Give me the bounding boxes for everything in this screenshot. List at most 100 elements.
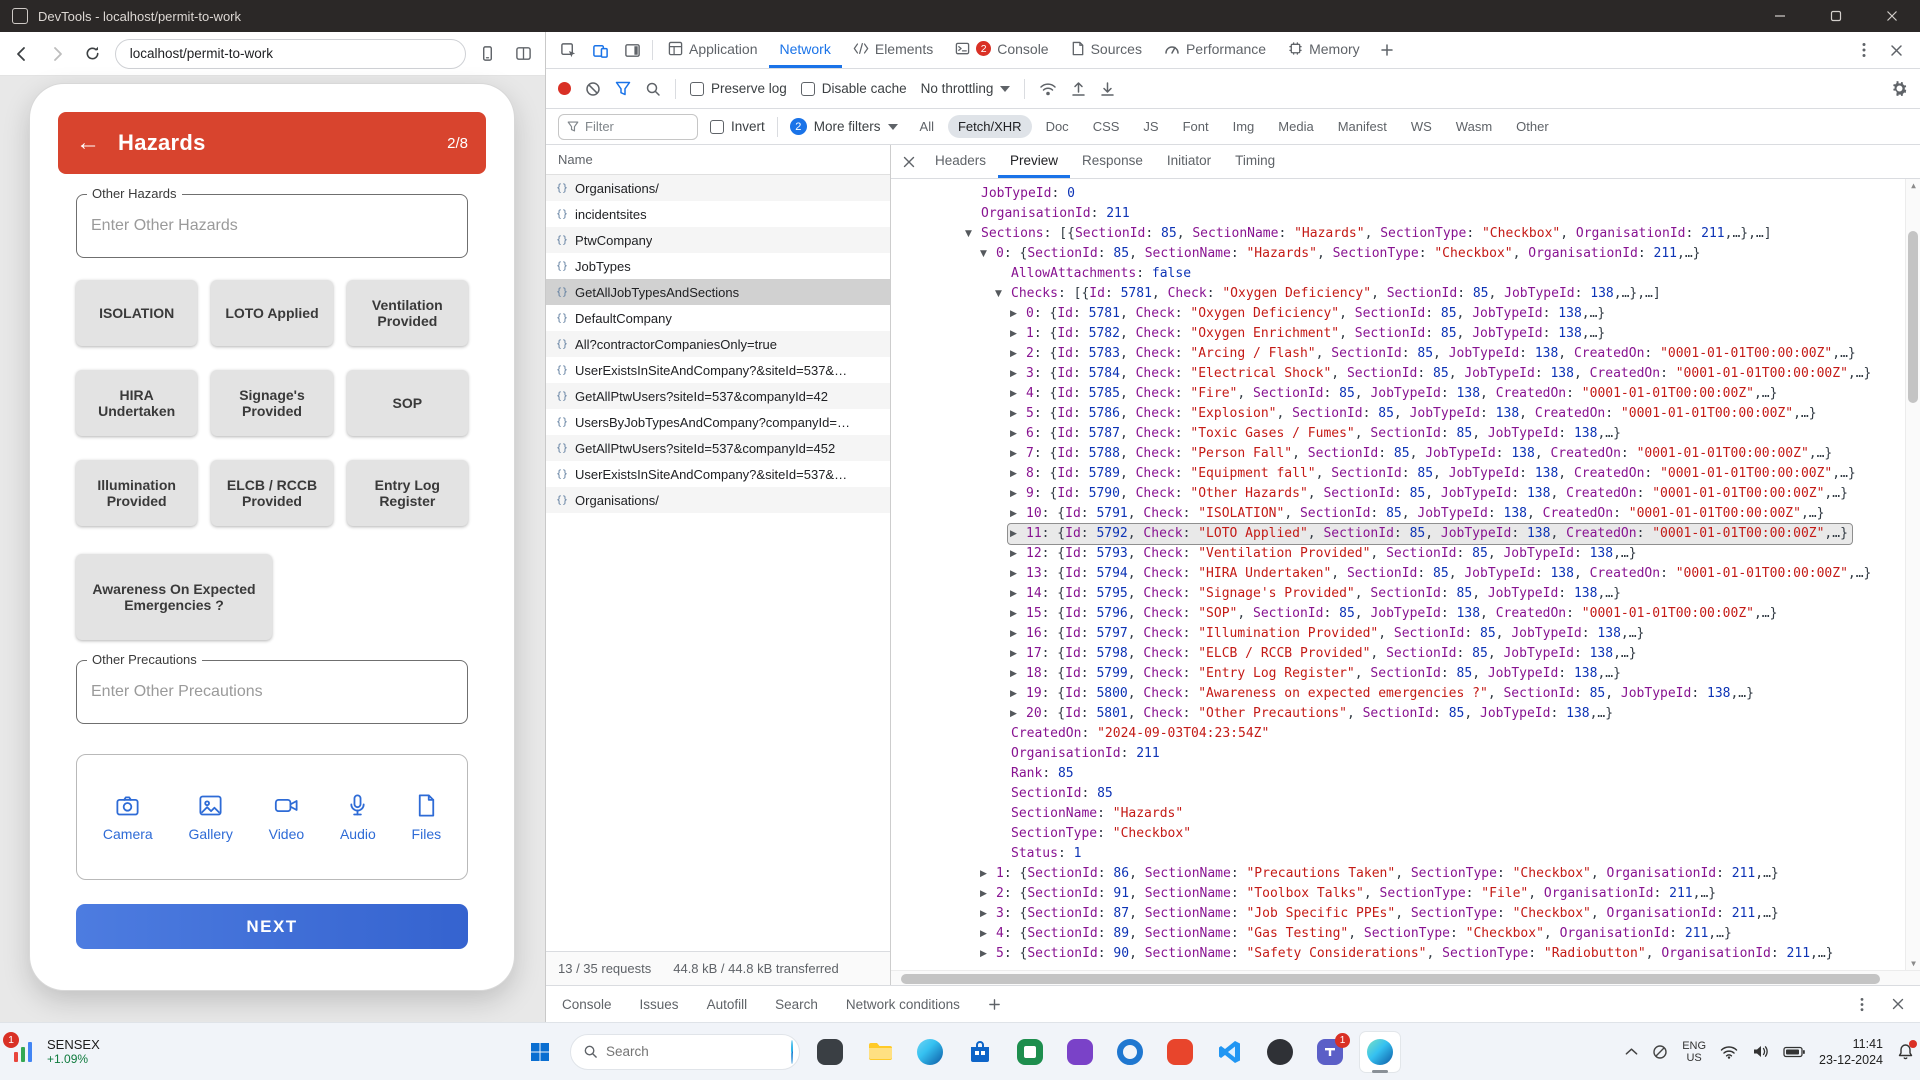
- preserve-log-checkbox[interactable]: Preserve log: [690, 81, 787, 96]
- network-request-row[interactable]: All?contractorCompaniesOnly=true: [546, 331, 890, 357]
- expand-arrow-icon[interactable]: ▶: [1010, 664, 1026, 684]
- invert-checkbox[interactable]: Invert: [710, 119, 765, 134]
- clear-network-log-icon[interactable]: [585, 81, 601, 97]
- detail-tab-initiator[interactable]: Initiator: [1155, 145, 1223, 178]
- json-tree-row[interactable]: ▶3: {SectionId: 87, SectionName: "Job Sp…: [891, 904, 1920, 924]
- json-tree-row[interactable]: Rank: 85: [891, 764, 1920, 784]
- reload-button[interactable]: [79, 40, 107, 68]
- json-tree-row[interactable]: SectionId: 85: [891, 784, 1920, 804]
- filter-input[interactable]: [585, 119, 675, 134]
- hidden-icons-chevron[interactable]: [1625, 1047, 1638, 1056]
- expand-arrow-icon[interactable]: ▶: [1010, 624, 1026, 644]
- json-tree-row[interactable]: ▶20: {Id: 5801, Check: "Other Precaution…: [891, 704, 1920, 724]
- form-back-arrow-icon[interactable]: ←: [76, 129, 110, 157]
- json-tree-row[interactable]: ▶9: {Id: 5790, Check: "Other Hazards", S…: [891, 484, 1920, 504]
- json-tree-row[interactable]: ▶3: {Id: 5784, Check: "Electrical Shock"…: [891, 364, 1920, 384]
- disable-cache-checkbox[interactable]: Disable cache: [801, 81, 907, 96]
- language-indicator[interactable]: ENG US: [1682, 1040, 1706, 1064]
- do-not-disturb-icon[interactable]: [1652, 1044, 1668, 1060]
- vertical-scrollbar[interactable]: ▲ ▼: [1905, 179, 1920, 970]
- taskbar-app-edge-active[interactable]: [1360, 1032, 1400, 1072]
- drawer-kebab-menu-icon[interactable]: [1860, 997, 1864, 1012]
- json-tree-row[interactable]: ▶18: {Id: 5799, Check: "Entry Log Regist…: [891, 664, 1920, 684]
- taskbar-app-file-explorer[interactable]: [860, 1032, 900, 1072]
- expand-arrow-icon[interactable]: ▶: [1010, 524, 1026, 544]
- taskbar-app-ring[interactable]: [1110, 1032, 1150, 1072]
- split-screen-icon[interactable]: [509, 40, 537, 68]
- filter-chip-js[interactable]: JS: [1133, 115, 1168, 138]
- taskbar-app-snipping[interactable]: [810, 1032, 850, 1072]
- json-tree-row[interactable]: ▶12: {Id: 5793, Check: "Ventilation Prov…: [891, 544, 1920, 564]
- other-precautions-input[interactable]: [77, 661, 467, 723]
- expand-arrow-icon[interactable]: ▶: [1010, 644, 1026, 664]
- drawer-tab-network-conditions[interactable]: Network conditions: [846, 997, 960, 1012]
- detail-tab-headers[interactable]: Headers: [923, 145, 998, 178]
- inspect-element-icon[interactable]: [552, 32, 584, 68]
- add-drawer-tab-icon[interactable]: [988, 998, 1001, 1011]
- network-settings-gear-icon[interactable]: [1891, 80, 1908, 97]
- hazard-toggle-button[interactable]: ELCB / RCCB Provided: [211, 460, 332, 526]
- json-tree-row[interactable]: ▶19: {Id: 5800, Check: "Awareness on exp…: [891, 684, 1920, 704]
- tab-application[interactable]: Application: [657, 32, 769, 68]
- json-tree-row[interactable]: ▶14: {Id: 5795, Check: "Signage's Provid…: [891, 584, 1920, 604]
- network-request-row[interactable]: Organisations/: [546, 487, 890, 513]
- json-tree-row[interactable]: ▶11: {Id: 5792, Check: "LOTO Applied", S…: [891, 524, 1920, 544]
- taskbar-app-dark-circle[interactable]: [1260, 1032, 1300, 1072]
- drawer-close-icon[interactable]: [1892, 998, 1904, 1010]
- close-detail-icon[interactable]: [895, 145, 923, 178]
- json-tree-row[interactable]: SectionType: "Checkbox": [891, 824, 1920, 844]
- close-button[interactable]: [1864, 0, 1920, 32]
- taskbar-app-vscode[interactable]: [1210, 1032, 1250, 1072]
- expand-arrow-icon[interactable]: ▶: [1010, 424, 1026, 444]
- json-tree-row[interactable]: OrganisationId: 211: [891, 204, 1920, 224]
- scrollbar-thumb[interactable]: [1908, 231, 1918, 403]
- filter-chip-other[interactable]: Other: [1506, 115, 1559, 138]
- json-tree-row[interactable]: ▶6: {Id: 5787, Check: "Toxic Gases / Fum…: [891, 424, 1920, 444]
- hazard-toggle-button[interactable]: Illumination Provided: [76, 460, 197, 526]
- notification-bell[interactable]: [1897, 1043, 1914, 1060]
- detail-tab-preview[interactable]: Preview: [998, 145, 1070, 178]
- horizontal-scrollbar[interactable]: [891, 970, 1920, 985]
- json-tree-row[interactable]: ▼0: {SectionId: 85, SectionName: "Hazard…: [891, 244, 1920, 264]
- json-tree-row[interactable]: ▶1: {SectionId: 86, SectionName: "Precau…: [891, 864, 1920, 884]
- drawer-tab-search[interactable]: Search: [775, 997, 818, 1012]
- collapse-arrow-icon[interactable]: ▼: [995, 284, 1011, 304]
- detail-tab-timing[interactable]: Timing: [1223, 145, 1287, 178]
- scroll-up-arrow-icon[interactable]: ▲: [1906, 181, 1920, 190]
- battery-icon[interactable]: [1783, 1046, 1805, 1058]
- expand-arrow-icon[interactable]: ▶: [1010, 484, 1026, 504]
- json-tree-row[interactable]: JobTypeId: 0: [891, 184, 1920, 204]
- expand-arrow-icon[interactable]: ▶: [1010, 604, 1026, 624]
- address-bar[interactable]: [115, 39, 466, 69]
- tab-performance[interactable]: Performance: [1153, 32, 1277, 68]
- device-toolbar-icon[interactable]: [584, 32, 616, 68]
- filter-chip-manifest[interactable]: Manifest: [1328, 115, 1397, 138]
- tab-elements[interactable]: Elements: [842, 32, 944, 68]
- filter-chip-ws[interactable]: WS: [1401, 115, 1442, 138]
- video-button[interactable]: Video: [269, 792, 305, 842]
- filter-chip-media[interactable]: Media: [1268, 115, 1323, 138]
- json-tree-row[interactable]: CreatedOn: "2024-09-03T04:23:54Z": [891, 724, 1920, 744]
- json-tree-row[interactable]: ▶16: {Id: 5797, Check: "Illumination Pro…: [891, 624, 1920, 644]
- dock-side-icon[interactable]: [616, 32, 648, 68]
- tab-memory[interactable]: Memory: [1277, 32, 1371, 68]
- expand-arrow-icon[interactable]: ▶: [1010, 304, 1026, 324]
- expand-arrow-icon[interactable]: ▶: [980, 904, 996, 924]
- hazard-toggle-button[interactable]: Ventilation Provided: [347, 280, 468, 346]
- json-tree-row[interactable]: ▶2: {SectionId: 91, SectionName: "Toolbo…: [891, 884, 1920, 904]
- filter-chip-img[interactable]: Img: [1223, 115, 1265, 138]
- expand-arrow-icon[interactable]: ▶: [980, 924, 996, 944]
- json-tree-row[interactable]: ▶5: {SectionId: 90, SectionName: "Safety…: [891, 944, 1920, 964]
- drawer-tab-issues[interactable]: Issues: [640, 997, 679, 1012]
- export-har-icon[interactable]: [1100, 81, 1115, 97]
- minimize-button[interactable]: [1752, 0, 1808, 32]
- collapse-arrow-icon[interactable]: ▼: [980, 244, 996, 264]
- volume-icon[interactable]: [1752, 1044, 1769, 1059]
- files-button[interactable]: Files: [412, 792, 442, 842]
- network-conditions-icon[interactable]: [1039, 81, 1057, 97]
- gallery-button[interactable]: Gallery: [188, 792, 232, 842]
- other-hazards-input[interactable]: [77, 195, 467, 257]
- json-tree-row[interactable]: ▼Sections: [{SectionId: 85, SectionName:…: [891, 224, 1920, 244]
- json-tree-row[interactable]: SectionName: "Hazards": [891, 804, 1920, 824]
- throttling-dropdown[interactable]: No throttling: [921, 81, 1011, 96]
